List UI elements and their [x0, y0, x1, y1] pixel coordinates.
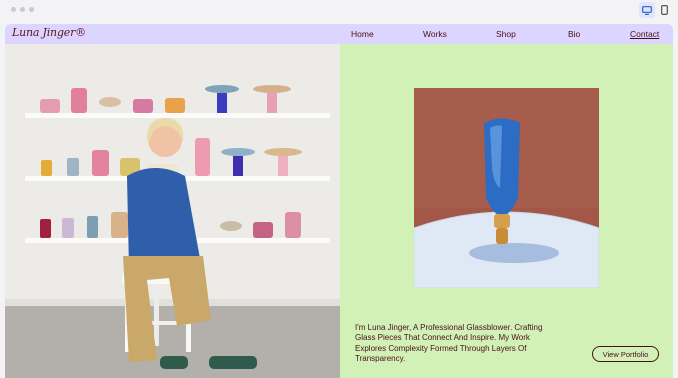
desktop-view-button[interactable] [639, 2, 655, 18]
artist-intro-text: I'm Luna Jinger, A Professional Glassblo… [355, 323, 543, 363]
view-portfolio-button[interactable]: View Portfolio [592, 346, 659, 362]
nav-works-link[interactable]: Works [423, 29, 447, 39]
nav-shop-link[interactable]: Shop [496, 29, 516, 39]
mobile-icon [660, 5, 668, 15]
vase-photo [414, 88, 599, 288]
mobile-view-button[interactable] [656, 2, 672, 18]
window-control-icon[interactable] [11, 7, 16, 12]
desktop-icon [642, 5, 652, 15]
site-logo[interactable]: Luna Jinger® [12, 26, 86, 39]
site-header: Luna Jinger® Home Works Shop Bio Contact [5, 24, 673, 44]
window-control-icon[interactable] [20, 7, 25, 12]
window-control-icon[interactable] [29, 7, 34, 12]
nav-contact-link[interactable]: Contact [630, 29, 659, 39]
nav-bio-link[interactable]: Bio [568, 29, 580, 39]
artist-portrait-photo [5, 44, 340, 378]
website-preview: Luna Jinger® Home Works Shop Bio Contact [5, 24, 673, 378]
nav-home-link[interactable]: Home [351, 29, 374, 39]
browser-toolbar [0, 0, 678, 22]
